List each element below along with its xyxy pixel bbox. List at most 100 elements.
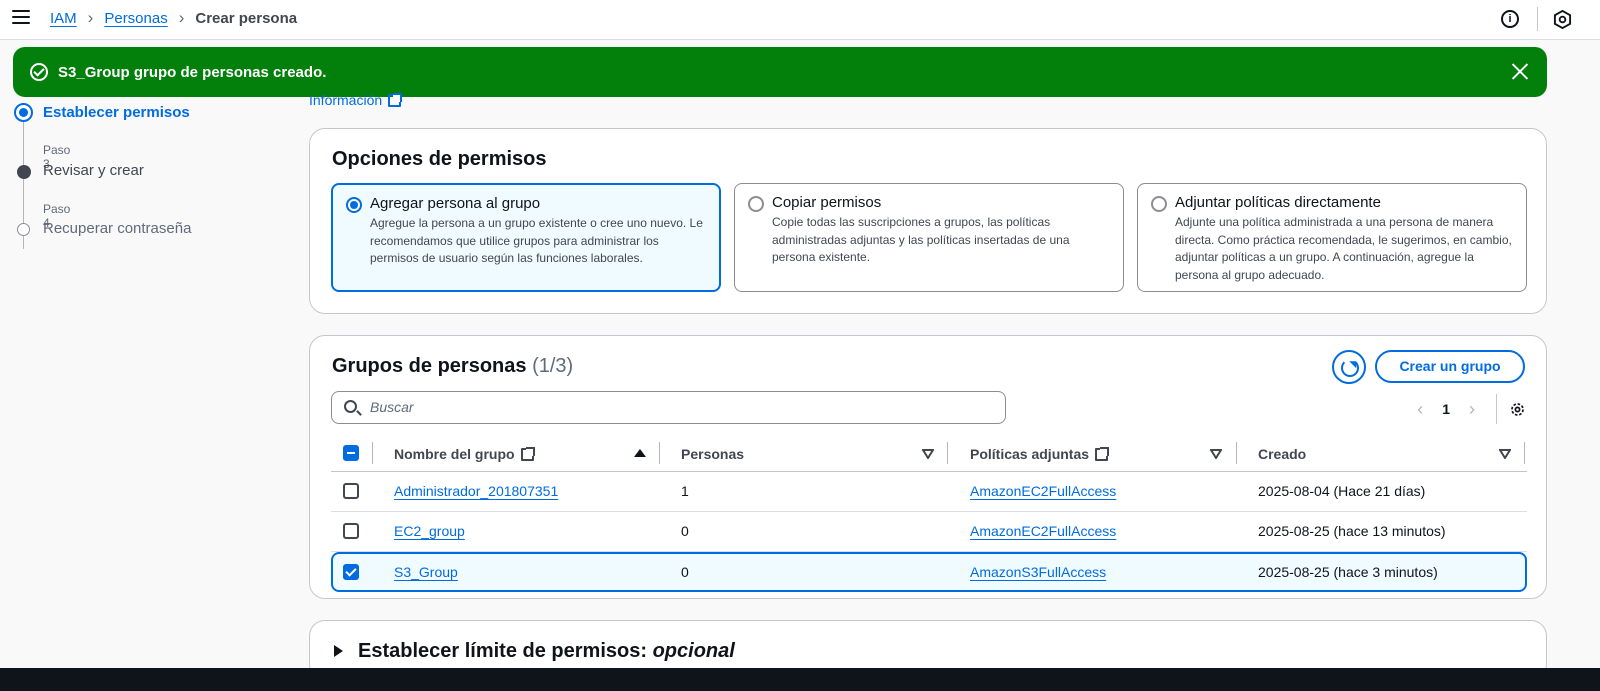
groups-header: Grupos de personas (1/3) [332,355,573,378]
radio-selected[interactable] [346,197,362,213]
divider [1537,7,1538,31]
persons-count: 0 [681,523,689,539]
select-all-checkbox[interactable] [343,445,359,461]
groups-table: Nombre del grupo Personas Políticas adju… [331,436,1527,592]
column-divider [372,442,373,464]
groups-container: Grupos de personas (1/3) Crear un grupo … [309,335,1547,599]
external-link-icon [1095,446,1110,461]
row-checkbox-checked[interactable] [343,564,359,580]
row-checkbox[interactable] [343,523,359,539]
column-divider [1524,442,1525,464]
column-politicas-adjuntas[interactable]: Políticas adjuntas [970,446,1110,462]
external-link-icon [388,92,403,107]
column-divider [659,442,660,464]
option-description: Agregue la persona a un grupo existente … [370,216,703,265]
policy-link[interactable]: AmazonEC2FullAccess [970,523,1116,539]
sort-down-icon[interactable] [1499,449,1511,459]
page-number[interactable]: 1 [1442,401,1450,417]
search-icon [344,400,357,413]
column-divider [947,442,948,464]
search-box[interactable] [331,391,1006,424]
sort-ascending-icon[interactable] [634,449,646,457]
info-link-label: Información [309,92,383,108]
groups-count: (1/3) [532,355,574,377]
table-row[interactable]: EC2_group 0 AmazonEC2FullAccess 2025-08-… [331,512,1527,552]
boundary-title-text: Establecer límite de permisos: [358,640,648,662]
chevron-left-icon[interactable]: ‹ [1410,399,1430,420]
check-circle-icon [30,63,48,81]
permission-option-tiles: Agregar persona al grupo Agregue la pers… [331,183,1527,292]
sort-down-icon[interactable] [1210,449,1222,459]
menu-icon[interactable] [12,10,30,26]
column-label: Nombre del grupo [394,446,515,462]
persons-count: 1 [681,483,689,499]
step-pending-icon [17,165,31,179]
radio-unselected[interactable] [1151,196,1167,212]
table-row[interactable]: Administrador_201807351 1 AmazonEC2FullA… [331,472,1527,512]
option-copy-permissions[interactable]: Copiar permisos Copie todas las suscripc… [734,183,1124,292]
groups-title: Grupos de personas [332,355,527,377]
chevron-right-icon[interactable]: › [1462,399,1482,420]
table-header: Nombre del grupo Personas Políticas adju… [331,436,1527,472]
info-link[interactable]: Información [309,92,403,108]
created-date: 2025-08-04 (Hace 21 días) [1258,483,1426,499]
close-icon[interactable] [1511,62,1529,80]
column-label: Personas [681,446,745,462]
permissions-boundary-title[interactable]: Establecer límite de permisos: opcional [358,640,735,663]
gear-icon[interactable] [1509,401,1526,418]
divider [1496,394,1497,424]
option-description: Adjunte una política administrada a una … [1175,215,1512,282]
search-input[interactable] [368,398,988,416]
bottom-bar [0,668,1600,691]
refresh-icon[interactable] [1332,350,1366,384]
created-date: 2025-08-25 (hace 13 minutos) [1258,523,1446,539]
option-title: Copiar permisos [772,194,882,211]
group-name-link[interactable]: EC2_group [394,523,465,539]
step-disabled-icon [17,223,30,236]
breadcrumb: IAM › Personas › Crear persona [50,8,297,28]
boundary-optional-text: opcional [652,640,735,662]
column-label: Políticas adjuntas [970,446,1090,462]
group-name-link[interactable]: Administrador_201807351 [394,483,558,499]
breadcrumb-personas-link[interactable]: Personas [104,10,167,27]
permission-options-title: Opciones de permisos [332,148,547,170]
persons-count: 0 [681,564,689,580]
flash-message: S3_Group grupo de personas creado. [58,63,327,81]
breadcrumb-current: Crear persona [195,9,298,27]
create-group-button[interactable]: Crear un grupo [1375,350,1525,383]
option-description: Copie todas las suscripciones a grupos, … [772,215,1070,264]
external-link-icon [520,446,535,461]
row-checkbox[interactable] [343,483,359,499]
column-divider [1236,442,1237,464]
step-establecer-permisos: Establecer permisos [43,104,190,121]
column-nombre-del-grupo[interactable]: Nombre del grupo [394,446,535,462]
info-icon[interactable]: i [1501,10,1519,28]
step-current-icon [14,103,33,122]
step-recuperar-contrasena: Recuperar contraseña [43,220,192,237]
pagination: ‹ 1 › [1410,394,1526,424]
column-personas[interactable]: Personas [681,446,744,462]
column-creado[interactable]: Creado [1258,446,1306,462]
breadcrumb-iam-link[interactable]: IAM [50,10,77,27]
policy-link[interactable]: AmazonEC2FullAccess [970,483,1116,499]
column-label: Creado [1258,446,1307,462]
top-navigation-bar: IAM › Personas › Crear persona i [0,0,1600,40]
option-attach-policies[interactable]: Adjuntar políticas directamente Adjunte … [1137,183,1527,292]
option-add-to-group[interactable]: Agregar persona al grupo Agregue la pers… [331,183,721,292]
policy-link[interactable]: AmazonS3FullAccess [970,564,1106,580]
caret-right-icon[interactable] [334,645,343,657]
radio-unselected[interactable] [748,196,764,212]
group-name-link[interactable]: S3_Group [394,564,458,580]
success-flash-banner: S3_Group grupo de personas creado. [13,47,1547,97]
sort-down-icon[interactable] [922,449,934,459]
option-title: Agregar persona al grupo [370,195,541,212]
chevron-right-icon: › [178,8,185,27]
step-revisar-y-crear: Revisar y crear [43,162,144,179]
created-date: 2025-08-25 (hace 3 minutos) [1258,564,1438,580]
permission-options-container: Opciones de permisos Agregar persona al … [309,128,1547,314]
chevron-right-icon: › [87,8,94,27]
top-icons: i [1501,7,1600,31]
hexagon-settings-icon[interactable] [1553,9,1572,29]
table-row-selected[interactable]: S3_Group 0 AmazonS3FullAccess 2025-08-25… [331,552,1527,592]
option-title: Adjuntar políticas directamente [1175,194,1381,211]
